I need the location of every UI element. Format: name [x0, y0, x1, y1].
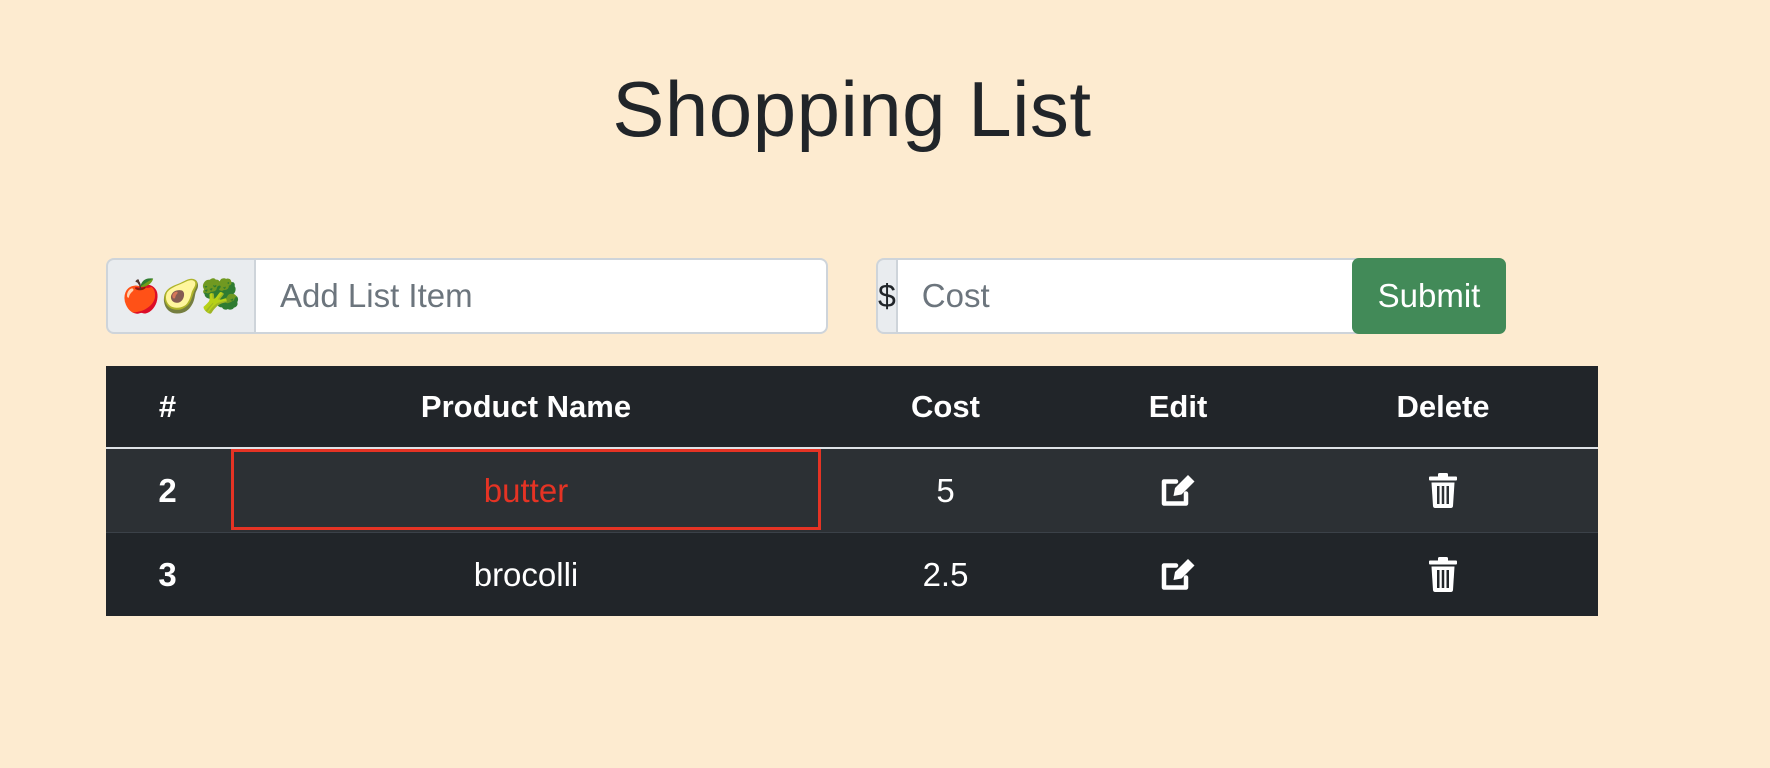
product-cost: 2.5	[922, 555, 969, 593]
shopping-table: # Product Name Cost Edit Delete 2 butter…	[106, 366, 1598, 616]
header-edit: Edit	[1068, 366, 1288, 449]
dollar-prefix: $	[876, 258, 896, 334]
product-name[interactable]: brocolli	[229, 533, 823, 617]
product-name: butter	[483, 471, 569, 509]
header-number: #	[106, 366, 229, 449]
add-item-group: 🍎🥑🥦	[106, 258, 828, 334]
add-list-item-input[interactable]	[254, 258, 828, 334]
produce-emoji-prefix: 🍎🥑🥦	[106, 258, 254, 334]
cost-input[interactable]	[895, 258, 1373, 334]
trash-icon[interactable]	[1421, 553, 1465, 597]
delete-cell	[1288, 533, 1598, 617]
product-cost: 5	[823, 448, 1068, 533]
header-product-name: Product Name	[229, 366, 823, 449]
table-row: 3 brocolli 2.5	[106, 533, 1598, 617]
cost-group: $	[876, 258, 1373, 334]
header-cost: Cost	[823, 366, 1068, 449]
edit-cell	[1068, 448, 1288, 533]
table-header-row: # Product Name Cost Edit Delete	[106, 366, 1598, 449]
row-number: 3	[158, 555, 177, 593]
edit-icon[interactable]	[1156, 469, 1200, 513]
edit-cell	[1068, 533, 1288, 617]
trash-icon[interactable]	[1421, 469, 1465, 513]
product-name-cell[interactable]: butter	[229, 448, 823, 533]
delete-cell	[1288, 448, 1598, 533]
submit-button[interactable]: Submit	[1352, 258, 1506, 334]
header-delete: Delete	[1288, 366, 1598, 449]
row-number: 2	[106, 448, 229, 533]
page-title: Shopping List	[612, 65, 1092, 153]
table-row: 2 butter 5	[106, 448, 1598, 533]
edit-icon[interactable]	[1156, 553, 1200, 597]
